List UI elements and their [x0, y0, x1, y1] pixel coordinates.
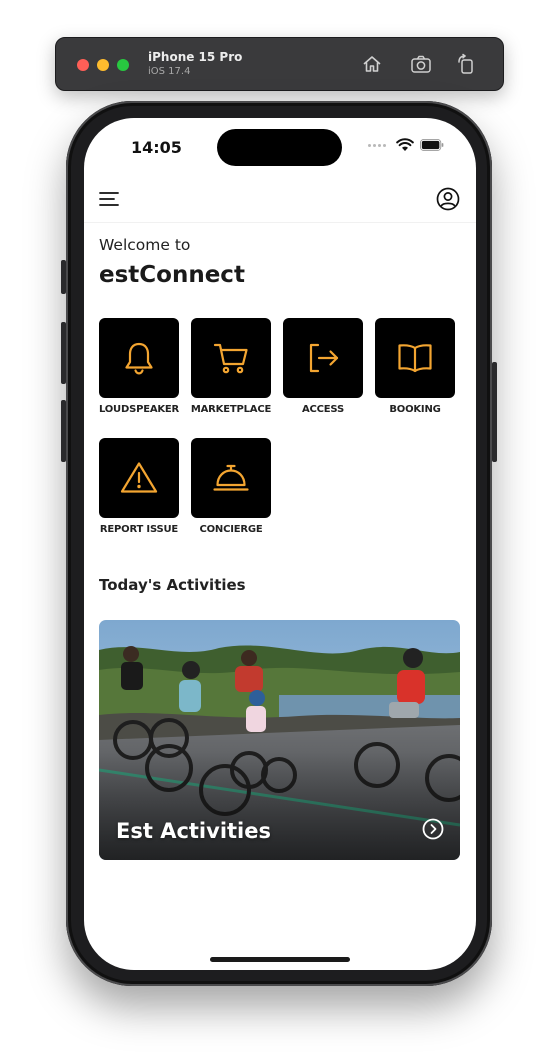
action-button [61, 260, 66, 294]
tile-label: BOOKING [389, 404, 441, 415]
tile-access[interactable]: ACCESS [283, 318, 363, 415]
tile-booking-box[interactable] [375, 318, 455, 398]
status-icons [368, 138, 444, 152]
login-icon [309, 343, 339, 373]
status-time: 14:05 [131, 138, 182, 157]
profile-icon[interactable] [436, 187, 460, 211]
volume-down-button [61, 400, 66, 462]
battery-icon [420, 139, 444, 151]
tile-marketplace[interactable]: MARKETPLACE [191, 318, 271, 415]
tile-label: CONCIERGE [199, 524, 263, 535]
signal-icon [368, 143, 386, 147]
card-title: Est Activities [116, 819, 271, 843]
volume-up-button [61, 322, 66, 384]
app-title: estConnect [99, 262, 245, 288]
tile-label: MARKETPLACE [190, 404, 272, 415]
section-title: Today's Activities [99, 576, 246, 594]
dynamic-island [217, 129, 342, 166]
bell-icon [125, 342, 153, 375]
home-button[interactable] [361, 53, 383, 75]
warning-icon [120, 462, 158, 493]
welcome-text: Welcome to [99, 236, 191, 254]
chevron-right-circle-icon[interactable] [422, 818, 444, 840]
screenshot-button[interactable] [410, 53, 432, 75]
tile-access-box[interactable] [283, 318, 363, 398]
tile-label: ACCESS [301, 404, 344, 415]
device-name: iPhone 15 Pro [148, 50, 243, 64]
tile-marketplace-box[interactable] [191, 318, 271, 398]
tile-loudspeaker[interactable]: LOUDSPEAKER [99, 318, 179, 415]
activity-card[interactable]: Est Activities [99, 620, 460, 860]
cart-icon [213, 343, 248, 374]
wifi-icon [396, 138, 414, 151]
tile-loudspeaker-box[interactable] [99, 318, 179, 398]
tile-label: REPORT ISSUE [99, 524, 179, 535]
home-icon [363, 56, 381, 72]
power-button [492, 362, 497, 462]
zoom-window-button[interactable] [117, 59, 129, 71]
service-bell-icon [213, 464, 249, 491]
app-screen: 14:05 Welcome to estConnect LOUDSPEAKER … [84, 118, 476, 970]
os-version: iOS 17.4 [148, 66, 191, 77]
tile-report-issue-box[interactable] [99, 438, 179, 518]
close-window-button[interactable] [77, 59, 89, 71]
tile-booking[interactable]: BOOKING [375, 318, 455, 415]
simulator-toolbar: iPhone 15 Pro iOS 17.4 [55, 37, 504, 91]
home-indicator[interactable] [210, 957, 350, 962]
menu-icon[interactable] [98, 188, 120, 210]
tile-report-issue[interactable]: REPORT ISSUE [99, 438, 179, 535]
app-header [84, 178, 476, 223]
camera-icon [411, 55, 431, 73]
rotate-button[interactable] [455, 53, 477, 75]
tile-label: LOUDSPEAKER [98, 404, 180, 415]
rotate-icon [458, 53, 473, 74]
tile-concierge[interactable]: CONCIERGE [191, 438, 271, 535]
minimize-window-button[interactable] [97, 59, 109, 71]
book-icon [398, 344, 432, 373]
tile-concierge-box[interactable] [191, 438, 271, 518]
